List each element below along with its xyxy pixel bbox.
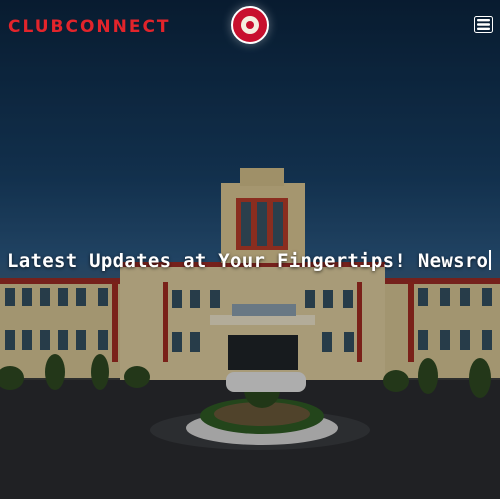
hero-headline: Latest Updates at Your Fingertips! Newsr… [7, 250, 492, 272]
institute-emblem-icon[interactable] [231, 6, 269, 44]
hero-headline-text: Latest Updates at Your Fingertips! Newsr… [7, 250, 489, 272]
brand-logo[interactable]: CLUBCONNECT [8, 17, 171, 37]
page: CLUBCONNECT Latest Updates at Your Finge… [0, 0, 500, 499]
menu-icon[interactable] [474, 16, 493, 33]
typing-caret [489, 250, 492, 270]
